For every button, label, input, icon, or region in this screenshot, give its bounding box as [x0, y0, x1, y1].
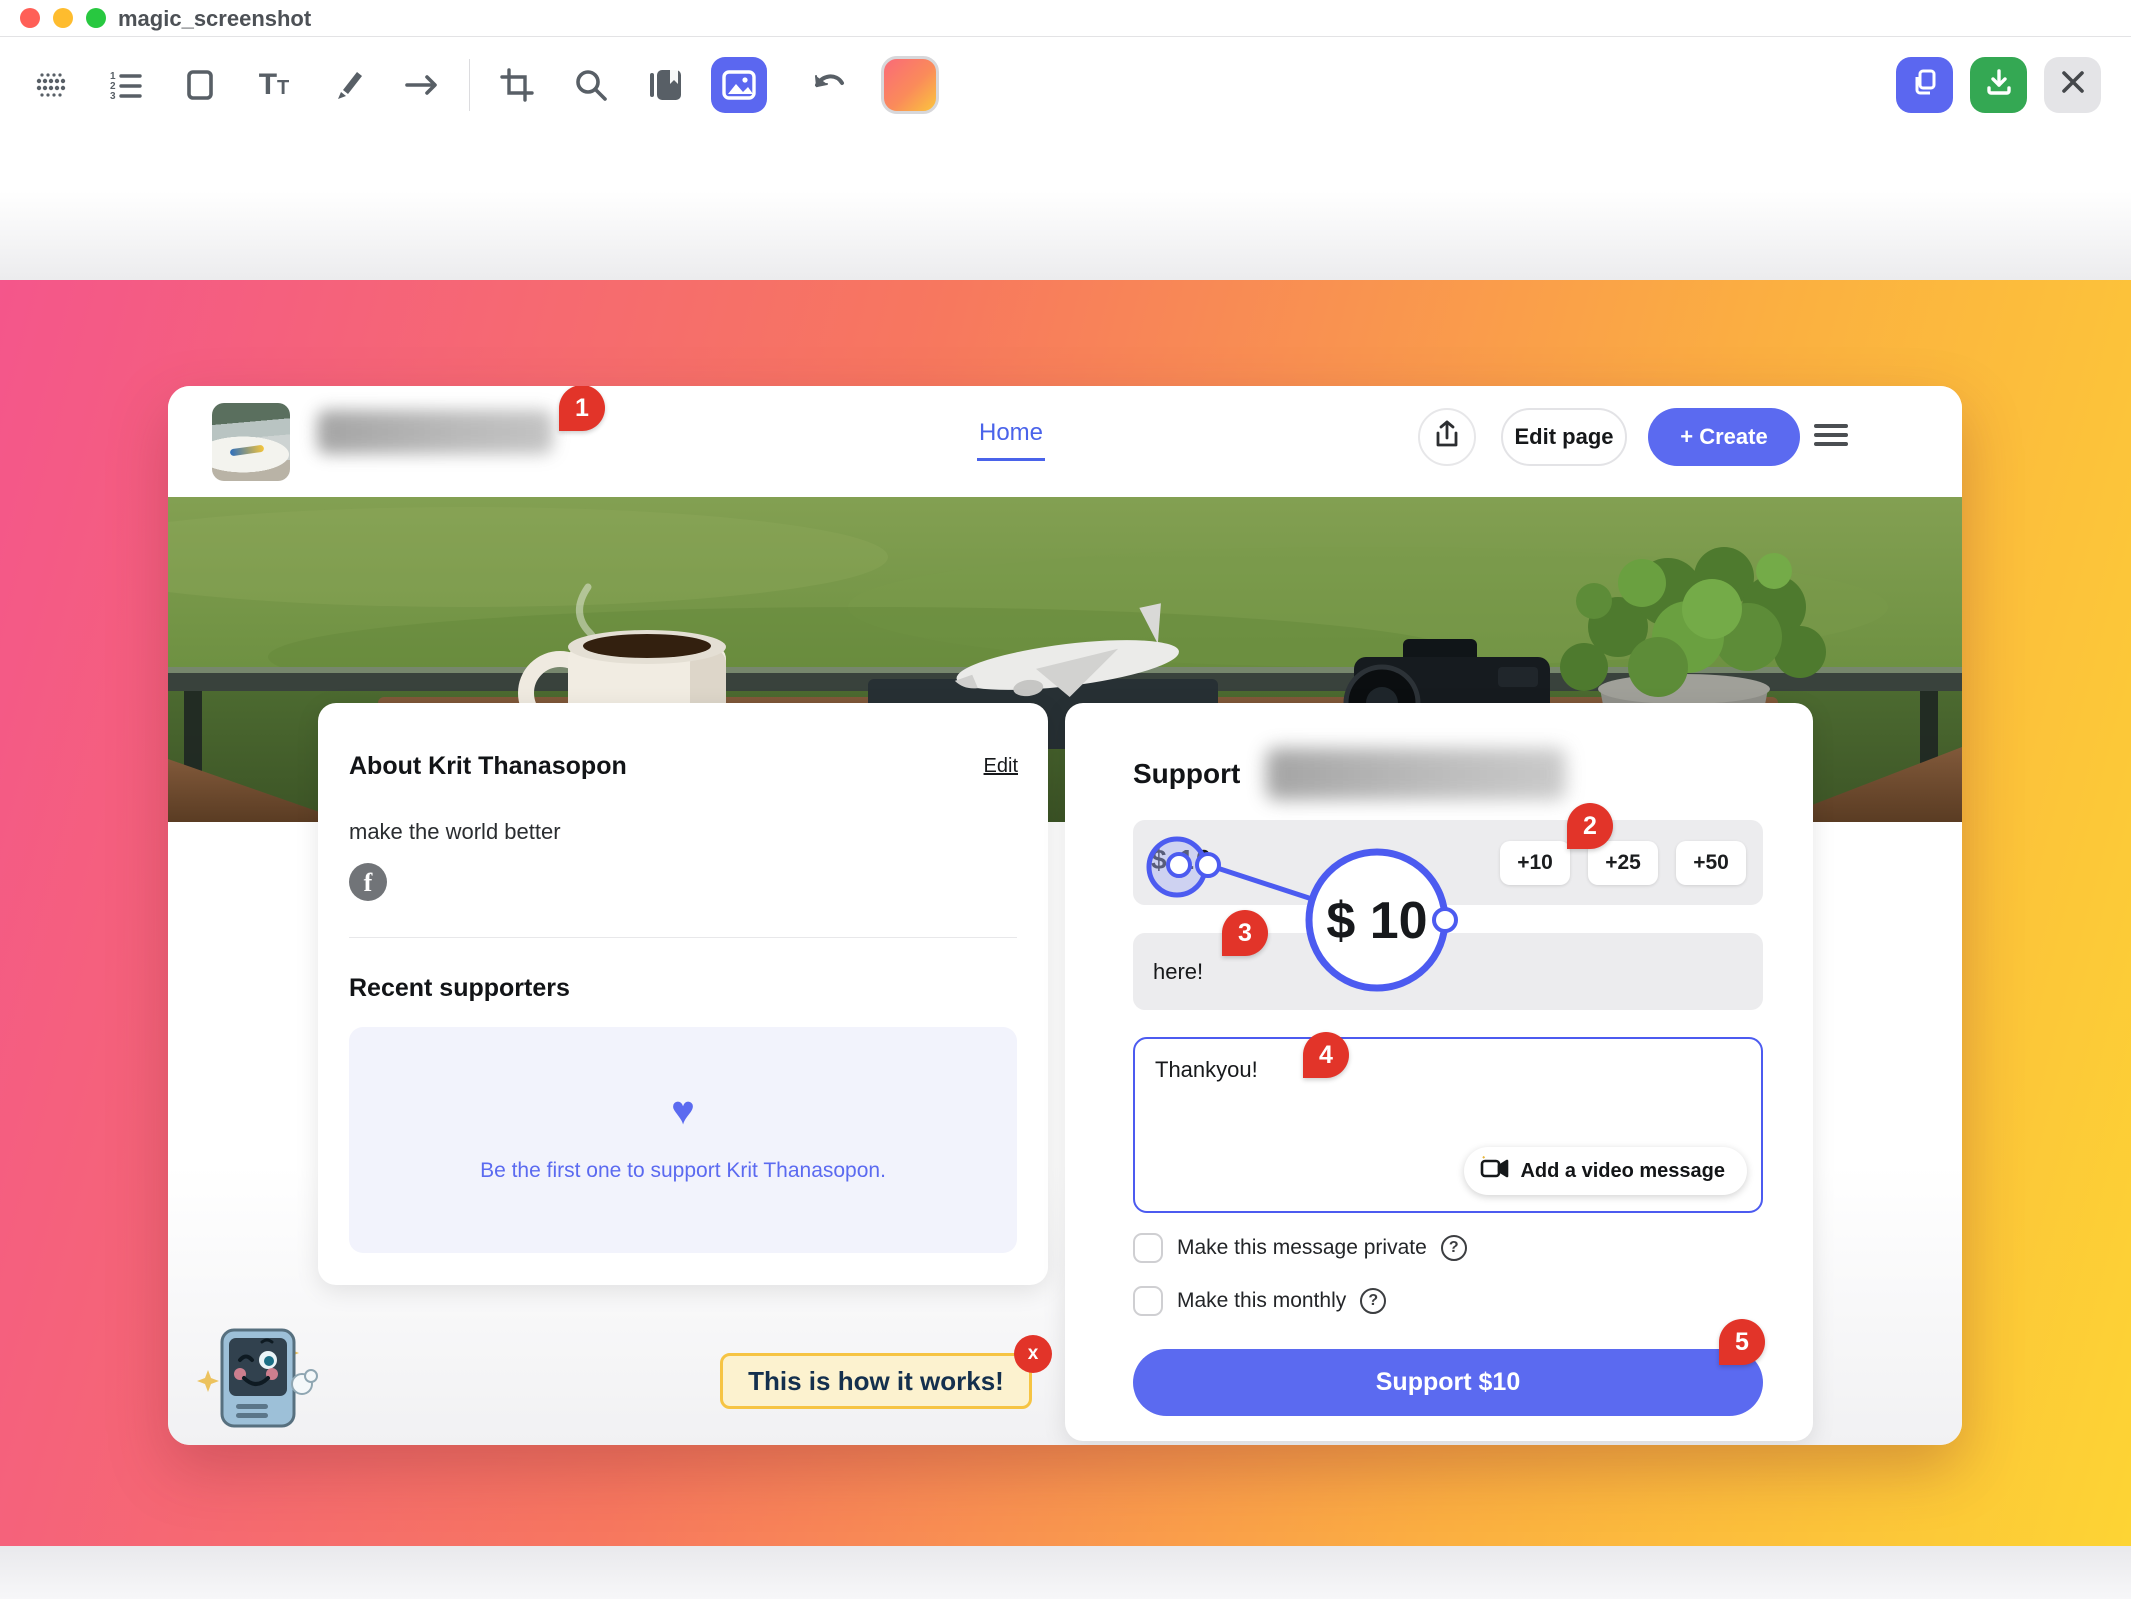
canvas-margin: [0, 132, 2131, 280]
amount-chip-25[interactable]: +25: [1588, 841, 1658, 885]
add-video-message-button[interactable]: Add a video message: [1464, 1147, 1747, 1195]
magnify-tool-button[interactable]: [563, 57, 619, 113]
supporters-empty-state: ♥ Be the first one to support Krit Thana…: [349, 1027, 1017, 1253]
create-button[interactable]: + Create: [1648, 408, 1800, 466]
share-icon: [1434, 420, 1460, 455]
nav-home-underline: [977, 458, 1045, 461]
message-value: Thankyou!: [1155, 1057, 1258, 1083]
nav-home[interactable]: Home: [979, 419, 1043, 447]
minimize-traffic-light[interactable]: [53, 8, 73, 28]
private-label: Make this message private: [1177, 1236, 1427, 1260]
edit-page-button[interactable]: Edit page: [1501, 408, 1627, 466]
creator-avatar[interactable]: [212, 403, 290, 481]
pen-icon: [331, 68, 365, 102]
crop-icon: [500, 68, 534, 102]
crop-tool-button[interactable]: [489, 57, 545, 113]
account-avatar: [1860, 411, 1912, 463]
copy-icon: [1911, 68, 1939, 101]
callout-bubble[interactable]: This is how it works!: [720, 1353, 1032, 1409]
undo-button[interactable]: [802, 57, 858, 113]
supporters-empty-text: Be the first one to support Krit Thanaso…: [349, 1159, 1017, 1183]
close-x-icon: x: [1028, 1343, 1039, 1365]
title-bar: magic_screenshot: [0, 0, 2131, 37]
message-textarea[interactable]: Thankyou! Add a video message: [1133, 1037, 1763, 1213]
rectangle-tool-button[interactable]: [172, 57, 228, 113]
image-icon: [721, 69, 757, 101]
hamburger-icon: [1814, 422, 1848, 453]
pen-tool-button[interactable]: [320, 57, 376, 113]
close-icon: [2060, 69, 2086, 100]
text-icon: TT: [259, 68, 290, 102]
monthly-checkbox[interactable]: [1133, 1286, 1163, 1316]
toolbar-divider: [469, 59, 470, 111]
monthly-row: Make this monthly ?: [1133, 1284, 1386, 1318]
amount-chip-10[interactable]: +10: [1500, 841, 1570, 885]
heart-icon: ♥: [349, 1089, 1017, 1134]
svg-text:3: 3: [110, 91, 116, 102]
save-button[interactable]: [1970, 57, 2027, 113]
annotation-toolbar: 1 2 3 TT: [0, 37, 2131, 132]
close-button[interactable]: [2044, 57, 2101, 113]
screenshot-canvas[interactable]: Home Edit page + Create: [168, 386, 1962, 1445]
image-tool-button[interactable]: [711, 57, 767, 113]
monthly-help-icon[interactable]: ?: [1360, 1288, 1386, 1314]
support-card: Support $ 10 +10 +25 +50 here! Thankyou!…: [1065, 703, 1813, 1441]
arrow-icon: [404, 73, 440, 97]
magnifier-icon: [574, 68, 608, 102]
copy-button[interactable]: [1896, 57, 1953, 113]
private-checkbox[interactable]: [1133, 1233, 1163, 1263]
creator-name-blurred: [317, 410, 553, 454]
rectangle-icon: [184, 68, 216, 102]
mascot-sticker: [196, 1326, 336, 1430]
marker-2[interactable]: 2: [1567, 803, 1613, 849]
window-footer: [0, 1546, 2131, 1599]
support-title: Support: [1133, 758, 1240, 790]
text-tool-button[interactable]: TT: [246, 57, 302, 113]
zoom-traffic-light[interactable]: [86, 8, 106, 28]
marker-1[interactable]: 1: [559, 386, 605, 431]
amount-value: $ 10: [1151, 844, 1214, 876]
private-message-row: Make this message private ?: [1133, 1231, 1467, 1265]
callout-close-button[interactable]: x: [1014, 1335, 1052, 1373]
name-input-value: here!: [1133, 959, 1203, 985]
undo-icon: [812, 71, 848, 99]
marker-3[interactable]: 3: [1222, 910, 1268, 956]
recent-supporters-title: Recent supporters: [349, 974, 570, 1003]
color-swatch[interactable]: [881, 56, 939, 114]
about-card: About Krit Thanasopon Edit make the worl…: [318, 703, 1048, 1285]
account-menu[interactable]: [1814, 408, 1934, 466]
clipboard-tool-button[interactable]: [637, 57, 693, 113]
close-traffic-light[interactable]: [20, 8, 40, 28]
amount-panel[interactable]: $ 10 +10 +25 +50: [1133, 820, 1763, 905]
numbered-list-icon: 1 2 3: [109, 68, 143, 102]
private-help-icon[interactable]: ?: [1441, 1235, 1467, 1261]
blur-pattern-icon: [35, 68, 69, 102]
window-title: magic_screenshot: [118, 6, 311, 32]
monthly-label: Make this monthly: [1177, 1289, 1346, 1313]
amount-chip-50[interactable]: +50: [1676, 841, 1746, 885]
support-submit-button[interactable]: Support $10: [1133, 1349, 1763, 1416]
counter-tool-button[interactable]: 1 2 3: [98, 57, 154, 113]
support-name-blurred: [1266, 748, 1566, 800]
site-header: Home Edit page + Create: [168, 386, 1962, 497]
divider: [349, 937, 1017, 938]
facebook-icon[interactable]: f: [349, 863, 387, 901]
marker-4[interactable]: 4: [1303, 1032, 1349, 1078]
share-button[interactable]: [1418, 408, 1476, 466]
about-edit-link[interactable]: Edit: [984, 755, 1018, 778]
about-title: About Krit Thanasopon: [349, 752, 627, 781]
arrow-tool-button[interactable]: [394, 57, 450, 113]
download-icon: [1985, 68, 2013, 101]
blur-tool-button[interactable]: [24, 57, 80, 113]
video-camera-icon: [1480, 1156, 1510, 1186]
add-video-message-label: Add a video message: [1520, 1160, 1725, 1183]
bookmark-board-icon: [647, 68, 683, 102]
marker-5[interactable]: 5: [1719, 1319, 1765, 1365]
about-bio: make the world better: [349, 819, 561, 845]
